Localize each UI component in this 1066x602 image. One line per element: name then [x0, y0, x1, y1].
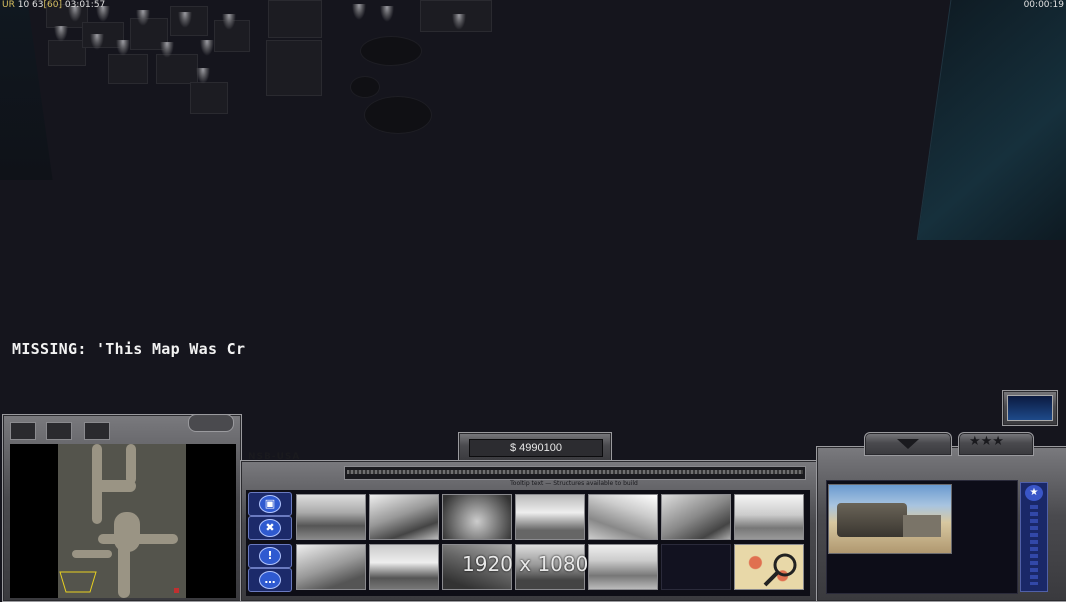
build-airfield[interactable] — [515, 494, 585, 540]
build-strategy-center[interactable] — [734, 494, 804, 540]
build-empty-1 — [661, 544, 731, 590]
structure-dome[interactable] — [350, 76, 380, 98]
resolution-overlay: 1920 x 1080 — [462, 552, 589, 576]
minimap-road — [126, 444, 136, 484]
faction-label: NSB-USA — [248, 452, 301, 462]
water-area — [916, 0, 1066, 240]
rank-star-icon: ★ — [1025, 485, 1043, 501]
light-icon — [90, 34, 104, 50]
stop-button[interactable]: ✖ — [248, 516, 292, 540]
war-factory-icon — [662, 495, 730, 539]
power-bar — [344, 466, 806, 480]
mine-detector-icon — [763, 553, 797, 587]
perf-values: 10 63 — [17, 0, 44, 10]
light-icon — [380, 6, 394, 22]
build-barracks[interactable] — [296, 494, 366, 540]
game-clock: 03:01:57 — [64, 0, 106, 10]
light-icon — [116, 40, 130, 56]
light-icon — [196, 68, 210, 84]
build-war-factory[interactable] — [661, 494, 731, 540]
radar-tab-button[interactable] — [46, 422, 72, 440]
perf-fps: [60] — [43, 0, 62, 10]
minimap-road — [92, 480, 136, 492]
light-icon — [160, 42, 174, 58]
camera-view-frame[interactable] — [58, 570, 98, 594]
build-minefield[interactable] — [734, 544, 804, 590]
light-icon — [54, 26, 68, 42]
strategy-center-icon — [735, 495, 803, 539]
radar-toggle-icon[interactable] — [188, 414, 234, 432]
build-command-center[interactable] — [369, 494, 439, 540]
rank-progress — [1030, 505, 1038, 585]
airfield-icon — [516, 495, 584, 539]
minimap-road — [118, 544, 130, 598]
light-icon — [352, 4, 366, 20]
power-fill — [347, 470, 803, 474]
build-defense-structure[interactable] — [369, 544, 439, 590]
perf-prefix: UR — [2, 0, 15, 10]
build-power-plant[interactable] — [588, 494, 658, 540]
radar-panel — [2, 414, 242, 602]
rank-meter: ★ — [1020, 482, 1048, 592]
structure[interactable] — [266, 40, 322, 96]
alert-icon: ! — [259, 547, 281, 565]
dozer-blade — [903, 515, 941, 537]
barracks-icon — [297, 495, 365, 539]
select-all-button[interactable]: ▣ — [248, 492, 292, 516]
build-bunker[interactable] — [588, 544, 658, 590]
light-icon — [178, 12, 192, 28]
unit-marker-icon — [174, 588, 179, 593]
build-airport[interactable] — [296, 544, 366, 590]
satellite-icon — [1007, 395, 1053, 421]
bunker-icon — [589, 545, 657, 589]
tooltip-text: Tooltip text — Structures available to b… — [510, 480, 638, 487]
radar-tab-button[interactable] — [84, 422, 110, 440]
defense-structure-icon — [370, 545, 438, 589]
chevron-down-icon — [897, 439, 919, 449]
structure[interactable] — [190, 82, 228, 114]
collapse-panel-button[interactable] — [864, 432, 952, 456]
structure[interactable] — [156, 54, 198, 84]
dozer-body — [837, 503, 907, 537]
stop-icon: ✖ — [259, 519, 281, 537]
general-powers-button[interactable]: ★★★ — [958, 432, 1034, 456]
structure[interactable] — [268, 0, 322, 38]
map-message: MISSING: 'This Map Was Cr — [12, 340, 246, 358]
alert-button[interactable]: ! — [248, 544, 292, 568]
light-icon — [222, 14, 236, 30]
structure-dome[interactable] — [360, 36, 422, 66]
stars-icon: ★★★ — [969, 434, 1004, 449]
airport-icon — [297, 545, 365, 589]
unit-portrait[interactable] — [828, 484, 952, 554]
light-icon — [200, 40, 214, 56]
minimap-road — [98, 534, 178, 544]
chat-icon: … — [259, 571, 281, 589]
build-supply-center[interactable] — [442, 494, 512, 540]
structure[interactable] — [48, 40, 86, 66]
power-plant-icon — [589, 495, 657, 539]
game-timer: 00:00:19 — [1023, 0, 1064, 10]
light-icon — [452, 14, 466, 30]
minimap-road — [72, 550, 112, 558]
select-icon: ▣ — [259, 495, 281, 513]
supply-center-icon — [443, 495, 511, 539]
minimap[interactable] — [10, 444, 236, 598]
structure[interactable] — [108, 54, 148, 84]
command-center-icon — [370, 495, 438, 539]
radar-tab-button[interactable] — [10, 422, 36, 440]
light-icon — [136, 10, 150, 26]
chat-button[interactable]: … — [248, 568, 292, 592]
structure-dome[interactable] — [364, 96, 432, 134]
water-area-left — [0, 0, 53, 180]
satellite-button[interactable] — [1002, 390, 1058, 426]
perf-stats: UR 10 63[60] 03:01:57 — [2, 0, 105, 10]
